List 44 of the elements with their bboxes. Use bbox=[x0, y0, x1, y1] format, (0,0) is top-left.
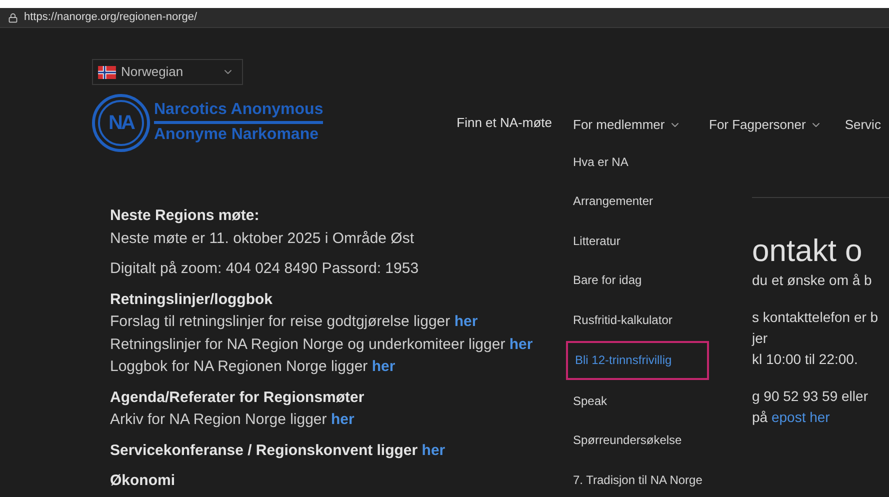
contact-heading: ontakt o bbox=[752, 234, 864, 268]
menu-item[interactable]: Rusfritid-kalkulator bbox=[566, 300, 709, 340]
language-label: Norwegian bbox=[121, 63, 184, 82]
body-text: Neste møte er 11. oktober 2025 i Område Øst bbox=[110, 228, 416, 248]
her-link[interactable]: her bbox=[509, 336, 533, 352]
contact-text: s kontakttelefon er b bbox=[752, 308, 880, 327]
contact-text: g 90 52 93 59 eller bbox=[752, 387, 869, 406]
flag-icon bbox=[97, 66, 117, 78]
body-text: Forslag til retningslinjer for reise godtgjørelse ligger her bbox=[110, 312, 479, 332]
logo-letters: NA bbox=[108, 111, 134, 136]
nav-dropdown[interactable]: For Fagpersoner bbox=[709, 115, 822, 135]
her-link[interactable]: her bbox=[454, 313, 478, 330]
lock-icon bbox=[8, 12, 18, 22]
section-heading: Neste Regions møte: bbox=[110, 206, 260, 226]
menu-item[interactable]: Hva er NA bbox=[566, 142, 709, 182]
contact-text: du et ønske om å b bbox=[752, 271, 873, 290]
section-heading: Økonomi bbox=[110, 471, 176, 491]
section-heading: Servicekonferanse / Regionskonvent ligger her bbox=[110, 440, 446, 460]
url-text: https://nanorge.org/regionen-norge/ bbox=[24, 10, 198, 26]
her-link[interactable]: her bbox=[422, 442, 446, 458]
menu-item[interactable]: Arrangementer bbox=[566, 182, 709, 221]
menu-item[interactable]: Bare for idag bbox=[566, 260, 709, 300]
menu-item[interactable]: Spørreundersøkelse bbox=[566, 420, 709, 460]
contact-text: kl 10:00 til 22:00. bbox=[752, 350, 859, 369]
body-text: Digitalt på zoom: 404 024 8490 Passord: 1953 bbox=[110, 259, 420, 279]
menu-item[interactable]: 7. Tradisjon til NA Norge bbox=[566, 460, 709, 497]
her-link[interactable]: her bbox=[330, 411, 354, 428]
her-link[interactable]: her bbox=[372, 358, 396, 375]
contact-text: jer bbox=[752, 329, 769, 348]
body-text: Loggbok for NA Regionen Norge ligger her bbox=[110, 357, 396, 377]
email-link[interactable]: epost her bbox=[771, 409, 830, 425]
body-text: Retningslinjer for NA Region Norge og underkomiteer ligger her bbox=[110, 334, 534, 354]
section-heading: Agenda/Referater for Regionsmøter bbox=[110, 388, 366, 408]
language-selector[interactable]: Norwegian bbox=[92, 59, 243, 85]
nav-link[interactable]: Finn et NA-møte bbox=[456, 113, 552, 133]
body-text: Arkiv for NA Region Norge ligger her bbox=[110, 410, 356, 430]
section-heading: Retningslinjer/loggbok bbox=[110, 290, 274, 310]
nav-dropdown[interactable]: For medlemmer bbox=[573, 116, 709, 134]
menu-item[interactable]: Speak bbox=[566, 381, 709, 420]
menu-item[interactable]: Bli 12-trinnsfrivillig bbox=[566, 340, 709, 380]
menu-item[interactable]: Litteratur bbox=[566, 221, 709, 260]
nav-link[interactable]: Servic bbox=[844, 115, 881, 135]
contact-text: på epost her bbox=[752, 408, 831, 427]
address-bar[interactable]: https://nanorge.org/regionen-norge/ bbox=[0, 8, 889, 28]
